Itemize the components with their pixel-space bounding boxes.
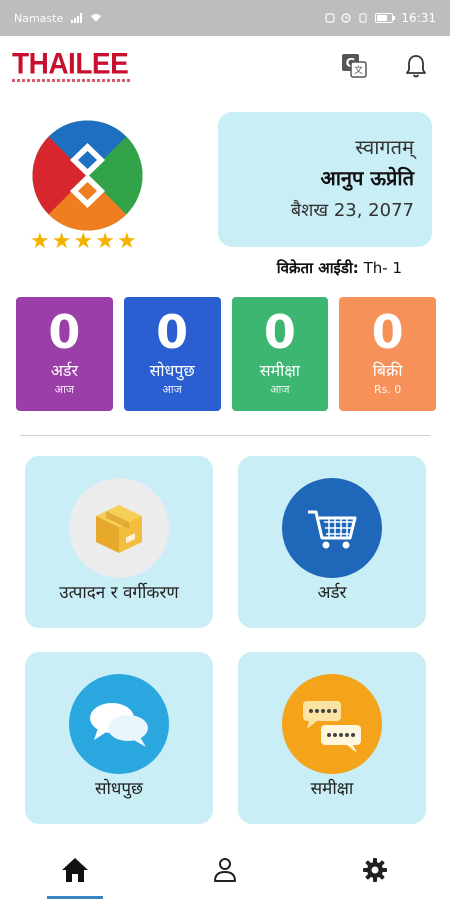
cart-icon (282, 478, 382, 578)
star-icon: ★ (51, 229, 72, 254)
stat-tile-sales[interactable]: 0 बिक्री Rs. 0 (339, 297, 436, 411)
stat-sublabel: आज (270, 383, 290, 396)
seller-id-value: Th- 1 (363, 259, 402, 277)
bottom-nav (0, 840, 450, 900)
star-icon: ★ (30, 229, 50, 254)
stat-value: 0 (48, 305, 81, 359)
app-header: THAILEE G 文 (0, 36, 450, 96)
menu-label: अर्डर (317, 583, 347, 603)
menu-label: उत्पादन र वर्गीकरण (59, 583, 179, 603)
nav-settings[interactable] (300, 840, 450, 900)
status-time: 16:31 (401, 11, 436, 25)
menu-card-reviews[interactable]: समीक्षा (238, 652, 426, 824)
menu-label: सोधपुछ (95, 779, 143, 799)
nfc-icon (325, 13, 336, 23)
vibrate-icon (359, 13, 367, 23)
bell-icon[interactable] (400, 50, 432, 82)
stat-sublabel: आज (54, 383, 75, 396)
seller-id-label: विक्रेता आईडी: (276, 259, 359, 277)
carrier-name: Namaste (14, 11, 64, 25)
star-icon: ★ (116, 229, 137, 254)
translate-icon[interactable]: G 文 (338, 50, 370, 82)
seller-id: विक्रेता आईडी: Th- 1 (277, 258, 402, 278)
stat-value: 0 (371, 305, 404, 359)
battery-icon (375, 13, 396, 23)
section-divider (20, 435, 430, 436)
svg-text:文: 文 (354, 64, 363, 76)
nav-profile[interactable] (150, 840, 300, 900)
stat-value: 0 (263, 305, 296, 359)
chat-bubbles-icon (69, 674, 169, 774)
box-icon (69, 478, 169, 578)
status-bar: Namaste 16:31 (0, 0, 450, 36)
nav-home[interactable] (0, 840, 150, 900)
user-name: आनुप ऊप्रेति (320, 166, 414, 190)
profile-icon (214, 858, 236, 882)
star-rating: ★ ★ ★ ★ ★ (30, 230, 137, 254)
alarm-icon (341, 13, 352, 23)
stat-label: सोधपुछ (149, 361, 195, 380)
stat-label: समीक्षा (259, 361, 300, 380)
wifi-icon (91, 14, 102, 22)
signal-icon (71, 13, 83, 23)
stats-row: 0 अर्डर आज 0 सोधपुछ आज 0 समीक्षा आज 0 बि… (16, 297, 436, 411)
menu-card-inquiries[interactable]: सोधपुछ (25, 652, 213, 824)
welcome-card: स्वागतम् आनुप ऊप्रेति बैशख 23, 2077 (218, 112, 432, 247)
star-icon: ★ (95, 229, 115, 254)
company-logo (30, 118, 145, 233)
settings-icon (363, 858, 387, 882)
logo-tagline-graphic (12, 78, 132, 82)
home-icon (62, 858, 88, 882)
review-bubbles-icon (282, 674, 382, 774)
logo-text: THAILEE (12, 46, 129, 80)
menu-card-orders[interactable]: अर्डर (238, 456, 426, 628)
brand-logo: THAILEE (12, 46, 132, 82)
stat-value: 0 (156, 305, 189, 359)
stat-tile-inquiries[interactable]: 0 सोधपुछ आज (123, 297, 221, 411)
menu-label: समीक्षा (310, 779, 354, 799)
star-icon: ★ (73, 229, 94, 254)
stat-tile-reviews[interactable]: 0 समीक्षा आज (231, 297, 329, 411)
current-date: बैशख 23, 2077 (290, 200, 414, 221)
stat-label: बिक्री (372, 361, 403, 380)
stat-tile-orders[interactable]: 0 अर्डर आज (16, 297, 113, 411)
welcome-greeting: स्वागतम् (355, 135, 414, 159)
menu-card-products[interactable]: उत्पादन र वर्गीकरण (25, 456, 213, 628)
stat-label: अर्डर (50, 361, 79, 380)
stat-sublabel: Rs. 0 (373, 383, 402, 396)
stat-sublabel: आज (162, 383, 182, 396)
nav-active-indicator (47, 896, 103, 899)
